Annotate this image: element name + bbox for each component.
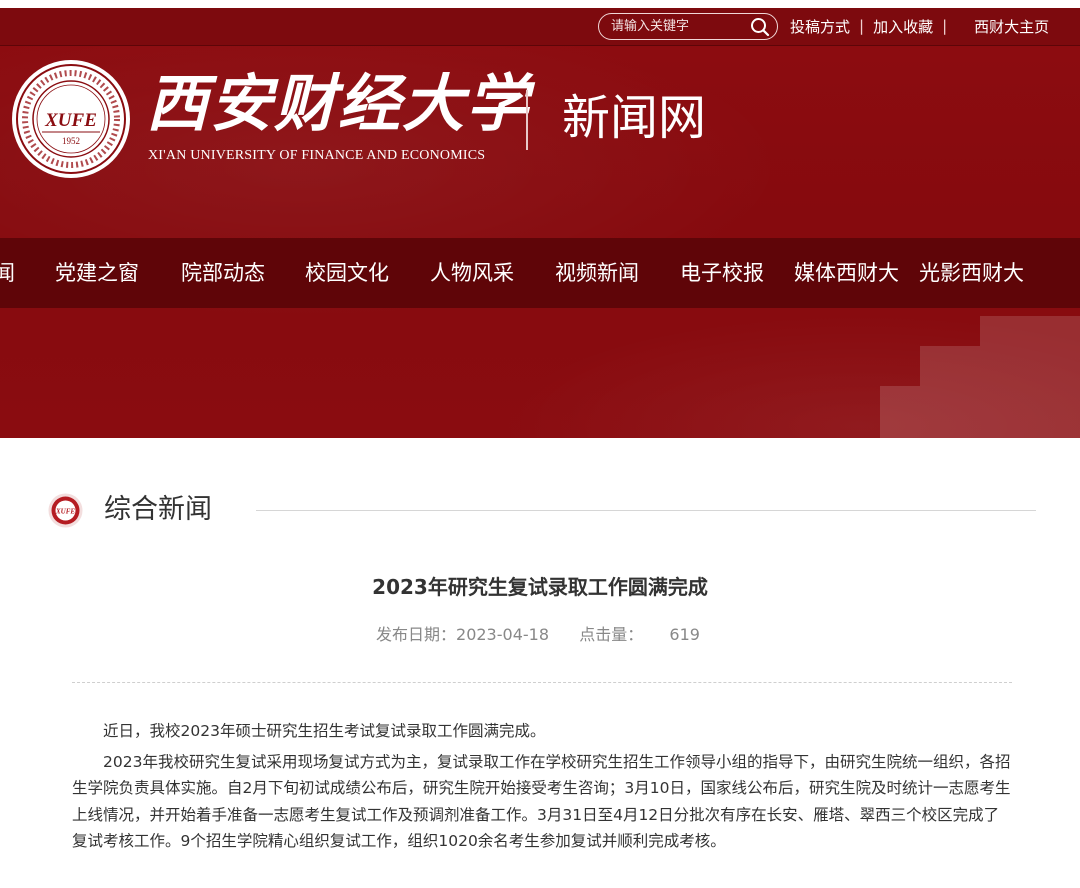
article-paragraph: 2023年我校研究生复试采用现场复试方式为主，复试录取工作在学校研究生招生工作领… [72,752,1011,851]
nav-item-party-building[interactable]: 党建之窗 [55,238,139,308]
university-seal-logo[interactable]: XUFE 1952 [10,58,132,180]
nav-item-video-news[interactable]: 视频新闻 [555,238,639,308]
university-name: 西安财经大学 [146,67,531,140]
article-title: 2023年研究生复试录取工作圆满完成 [372,575,708,599]
section-title: 综合新闻 [104,494,212,525]
section-seal-abbr: XUFE [55,508,75,516]
section-divider [256,510,1036,511]
nav-item-photo-xufe[interactable]: 光影西财大 [919,238,1024,308]
top-utility-bar: 投稿方式 | 加入收藏 | 西财大主页 [0,8,1080,46]
search-box [598,13,778,40]
nav-item-people[interactable]: 人物风采 [430,238,514,308]
view-count: 619 [669,625,700,644]
nav-item-campus-culture[interactable]: 校园文化 [305,238,389,308]
article-paragraph: 近日，我校2023年硕士研究生招生考试复试录取工作圆满完成。 [103,722,546,740]
submission-link[interactable]: 投稿方式 [790,16,850,37]
seal-year: 1952 [62,136,80,146]
main-navigation: 闻 党建之窗 院部动态 校园文化 人物风采 视频新闻 电子校报 媒体西财大 光影… [0,238,1080,308]
nav-item-department-news[interactable]: 院部动态 [181,238,265,308]
search-icon[interactable] [750,17,770,37]
nav-item-news[interactable]: 闻 [0,238,15,308]
search-input[interactable] [611,17,743,36]
link-separator: | [859,17,865,35]
top-links: 投稿方式 | 加入收藏 | 西财大主页 [790,8,1049,44]
university-home-link[interactable]: 西财大主页 [974,16,1049,37]
article-meta: 发布日期：2023-04-18 点击量： 619 [376,622,700,648]
nav-item-e-newspaper[interactable]: 电子校报 [680,238,764,308]
section-heading: XUFE 综合新闻 [48,490,1038,530]
add-favorite-link[interactable]: 加入收藏 [873,16,933,37]
link-separator: | [942,17,948,35]
article-body: 近日，我校2023年硕士研究生招生考试复试录取工作圆满完成。 2023年我校研究… [72,718,1012,855]
nav-item-media-xufe[interactable]: 媒体西财大 [794,238,899,308]
header-divider [526,90,528,150]
publish-date-label: 发布日期： [376,625,457,644]
view-count-label: 点击量： [579,625,644,644]
article-meta-divider [72,682,1012,683]
section-seal-icon: XUFE [48,493,83,528]
top-white-strip [0,0,1080,8]
building-silhouette-decoration [880,316,1080,438]
publish-date: 2023-04-18 [456,625,549,644]
site-name: 新闻网 [562,90,707,146]
university-name-english: XI'AN UNIVERSITY OF FINANCE AND ECONOMIC… [148,148,486,163]
seal-abbr: XUFE [44,110,97,131]
